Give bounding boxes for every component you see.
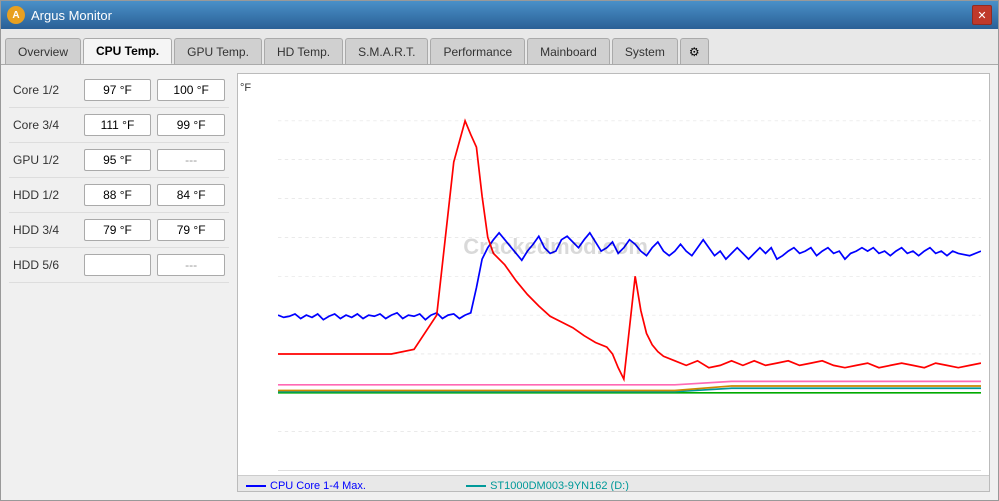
title-bar-left: A Argus Monitor: [7, 6, 112, 24]
sensor-label-hdd12: HDD 1/2: [13, 188, 78, 202]
main-content: Core 1/2 97 °F 100 °F Core 3/4 111 °F 99…: [1, 65, 998, 500]
tab-hd-temp[interactable]: HD Temp.: [264, 38, 343, 64]
sensor-val1-gpu12: 95 °F: [84, 149, 152, 171]
tab-overview[interactable]: Overview: [5, 38, 81, 64]
sensor-val1-core12: 97 °F: [84, 79, 152, 101]
y-axis-label: °F: [240, 82, 251, 94]
sensor-label-core12: Core 1/2: [13, 83, 78, 97]
sensor-label-gpu12: GPU 1/2: [13, 153, 78, 167]
sensor-val2-hdd34: 79 °F: [157, 219, 225, 241]
tab-performance[interactable]: Performance: [430, 38, 525, 64]
legend-label-st1000: ST1000DM003-9YN162 (D:): [490, 480, 629, 492]
legend-bar: CPU Core 1-4 Max. GPU 1 (GeForce GTX 660…: [238, 475, 989, 492]
sensor-row-hdd12: HDD 1/2 88 °F 84 °F: [9, 178, 229, 213]
settings-tab[interactable]: ⚙: [680, 38, 709, 64]
close-button[interactable]: ✕: [972, 5, 992, 25]
legend-col-left: CPU Core 1-4 Max. GPU 1 (GeForce GTX 660…: [246, 480, 446, 492]
sensor-label-hdd56: HDD 5/6: [13, 258, 78, 272]
chart-area: °F Crackedmod.com: [238, 74, 989, 475]
tab-smart[interactable]: S.M.A.R.T.: [345, 38, 428, 64]
sensor-row-gpu12: GPU 1/2 95 °F ---: [9, 143, 229, 178]
tab-cpu-temp[interactable]: CPU Temp.: [83, 38, 172, 64]
sensor-val2-core34: 99 °F: [157, 114, 225, 136]
chart-svg: 70 80 90 100 110 120 130 140 150 60: [278, 82, 981, 471]
sensor-row-hdd56: HDD 5/6 ---: [9, 248, 229, 283]
sensor-val1-core34: 111 °F: [84, 114, 152, 136]
tab-mainboard[interactable]: Mainboard: [527, 38, 610, 64]
sensor-label-core34: Core 3/4: [13, 118, 78, 132]
chart-panel: °F Crackedmod.com: [237, 73, 990, 492]
sensor-row-hdd34: HDD 3/4 79 °F 79 °F: [9, 213, 229, 248]
sensor-panel: Core 1/2 97 °F 100 °F Core 3/4 111 °F 99…: [9, 73, 229, 492]
app-icon: A: [7, 6, 25, 24]
legend-color-cpu: [246, 485, 266, 487]
legend-label-cpu: CPU Core 1-4 Max.: [270, 480, 366, 492]
main-window: A Argus Monitor ✕ Overview CPU Temp. GPU…: [0, 0, 999, 501]
sensor-val2-core12: 100 °F: [157, 79, 225, 101]
sensor-val2-gpu12: ---: [157, 149, 225, 171]
sensor-val1-hdd34: 79 °F: [84, 219, 152, 241]
title-bar: A Argus Monitor ✕: [1, 1, 998, 29]
tab-system[interactable]: System: [612, 38, 678, 64]
sensor-row-core12: Core 1/2 97 °F 100 °F: [9, 73, 229, 108]
legend-item-cpu: CPU Core 1-4 Max.: [246, 480, 446, 492]
legend-col-right: ST1000DM003-9YN162 (D:) WDC WD10EADS-65M…: [466, 480, 645, 492]
window-title: Argus Monitor: [31, 8, 112, 23]
sensor-val1-hdd12: 88 °F: [84, 184, 152, 206]
sensor-label-hdd34: HDD 3/4: [13, 223, 78, 237]
legend-item-st1000: ST1000DM003-9YN162 (D:): [466, 480, 645, 492]
legend-color-st1000: [466, 485, 486, 487]
sensor-val2-hdd56: ---: [157, 254, 225, 276]
sensor-row-core34: Core 3/4 111 °F 99 °F: [9, 108, 229, 143]
sensor-val2-hdd12: 84 °F: [157, 184, 225, 206]
sensor-val1-hdd56: [84, 254, 152, 276]
tab-gpu-temp[interactable]: GPU Temp.: [174, 38, 262, 64]
tab-bar: Overview CPU Temp. GPU Temp. HD Temp. S.…: [1, 29, 998, 65]
